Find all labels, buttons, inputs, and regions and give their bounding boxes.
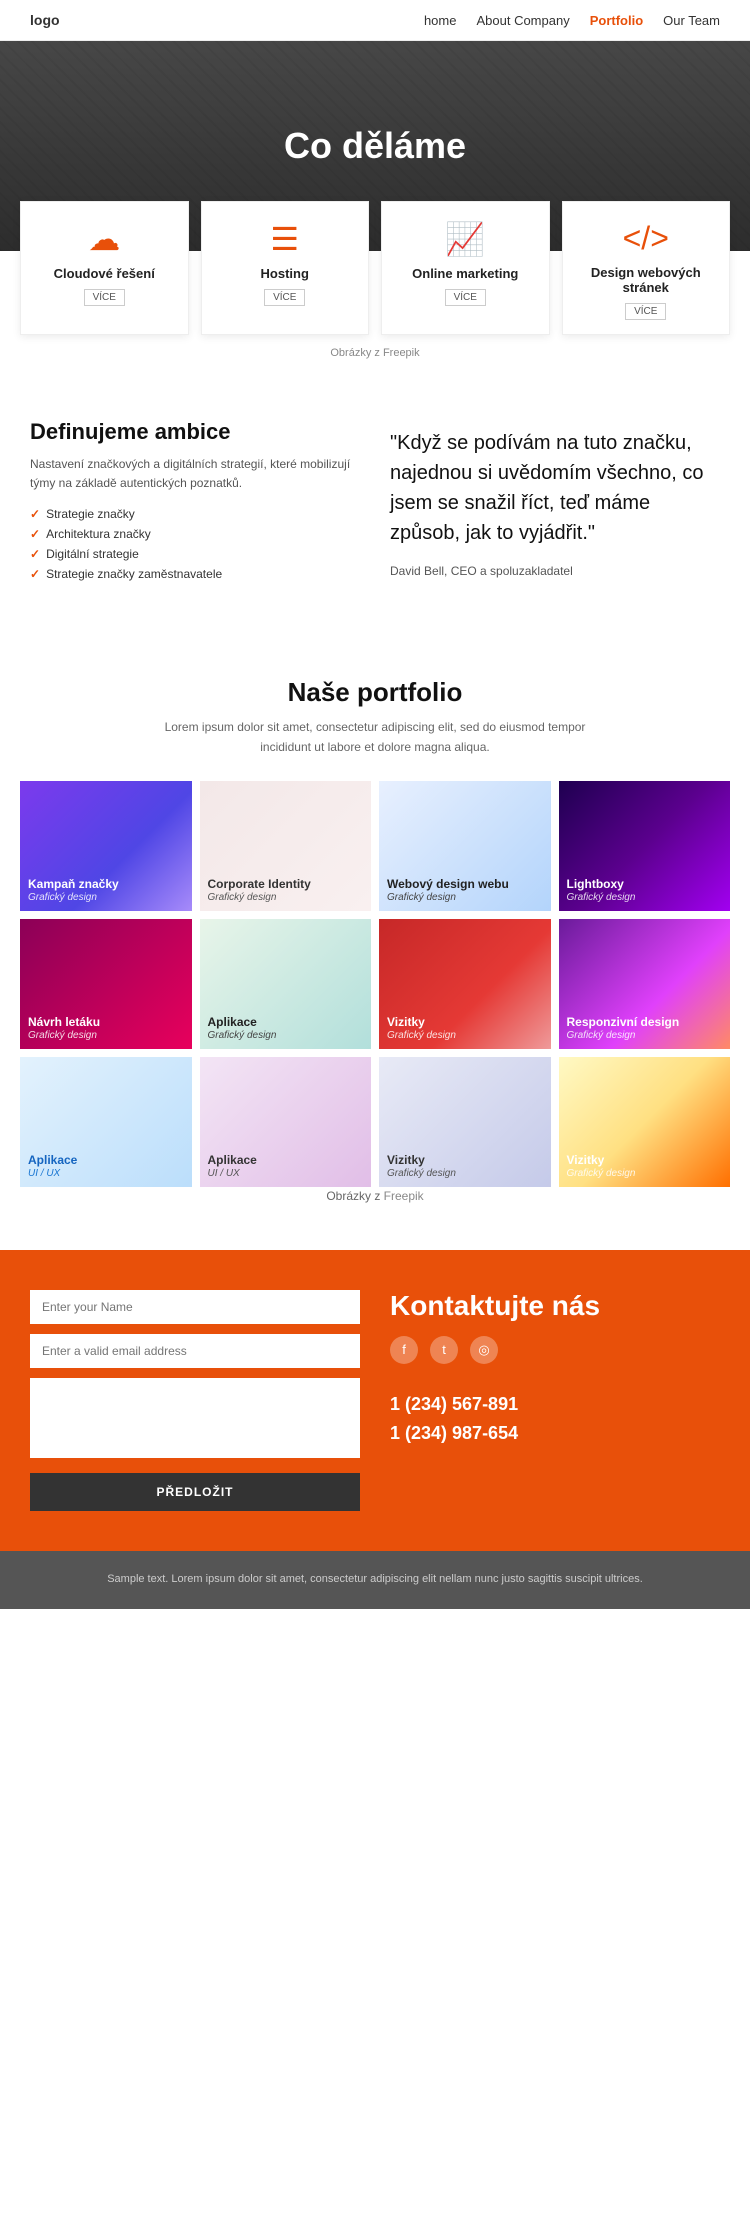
contact-section: PŘEDLOŽIT Kontaktujte nás f t ◎ 1 (234) … — [0, 1250, 750, 1551]
services-cards: ☁ Cloudové řešení VÍCE ☰ Hosting VÍCE 📈 … — [20, 201, 730, 335]
ambice-heading: Definujeme ambice — [30, 419, 360, 445]
contact-message-textarea[interactable] — [30, 1378, 360, 1458]
portfolio-item[interactable]: Corporate IdentityGrafický design — [200, 781, 372, 911]
quote-author: David Bell, CEO a spoluzakladatel — [390, 564, 720, 578]
footer-text: Sample text. Lorem ipsum dolor sit amet,… — [30, 1571, 720, 1589]
service-link-design[interactable]: VÍCE — [625, 303, 666, 320]
service-card-cloud: ☁ Cloudové řešení VÍCE — [20, 201, 189, 335]
service-card-design: </> Design webových stránek VÍCE — [562, 201, 731, 335]
portfolio-item[interactable]: Webový design webuGrafický design — [379, 781, 551, 911]
service-link-cloud[interactable]: VÍCE — [84, 289, 125, 306]
service-card-hosting: ☰ Hosting VÍCE — [201, 201, 370, 335]
marketing-icon: 📈 — [394, 220, 537, 258]
ambice-item-3: Digitální strategie — [30, 547, 360, 561]
service-title-marketing: Online marketing — [394, 266, 537, 281]
instagram-icon[interactable]: ◎ — [470, 1336, 498, 1364]
ambice-item-1: Strategie značky — [30, 507, 360, 521]
portfolio-item[interactable]: VizitkyGrafický design — [559, 1057, 731, 1187]
portfolio-item[interactable]: Responzivní designGrafický design — [559, 919, 731, 1049]
logo: logo — [30, 12, 60, 28]
portfolio-item[interactable]: AplikaceUI / UX — [20, 1057, 192, 1187]
nav-about[interactable]: About Company — [476, 13, 569, 28]
design-icon: </> — [575, 220, 718, 257]
ambice-item-2: Architektura značky — [30, 527, 360, 541]
footer: Sample text. Lorem ipsum dolor sit amet,… — [0, 1551, 750, 1609]
contact-phone1: 1 (234) 567-891 — [390, 1394, 720, 1415]
quote-text: "Když se podívám na tuto značku, najedno… — [390, 428, 720, 548]
service-link-marketing[interactable]: VÍCE — [445, 289, 486, 306]
navbar: logo home About Company Portfolio Our Te… — [0, 0, 750, 41]
contact-name-input[interactable] — [30, 1290, 360, 1324]
contact-form: PŘEDLOŽIT — [30, 1290, 360, 1511]
nav-team[interactable]: Our Team — [663, 13, 720, 28]
hosting-icon: ☰ — [214, 220, 357, 258]
nav-portfolio[interactable]: Portfolio — [590, 13, 643, 28]
nav-links: home About Company Portfolio Our Team — [424, 13, 720, 28]
hero-title: Co děláme — [284, 125, 466, 167]
twitter-icon[interactable]: t — [430, 1336, 458, 1364]
ambice-description: Nastavení značkových a digitálních strat… — [30, 455, 360, 493]
service-card-marketing: 📈 Online marketing VÍCE — [381, 201, 550, 335]
portfolio-item[interactable]: LightboxyGrafický design — [559, 781, 731, 911]
portfolio-grid: Kampaň značkyGrafický designCorporate Id… — [20, 781, 730, 1187]
service-link-hosting[interactable]: VÍCE — [264, 289, 305, 306]
portfolio-item[interactable]: VizitkyGrafický design — [379, 1057, 551, 1187]
services-section: ☁ Cloudové řešení VÍCE ☰ Hosting VÍCE 📈 … — [0, 201, 750, 369]
portfolio-item[interactable]: Návrh letákuGrafický design — [20, 919, 192, 1049]
service-title-hosting: Hosting — [214, 266, 357, 281]
ambice-right: "Když se podívám na tuto značku, najedno… — [390, 419, 720, 587]
portfolio-item[interactable]: VizitkyGrafický design — [379, 919, 551, 1049]
services-freepik-link[interactable]: Freepik — [383, 347, 420, 359]
social-icons: f t ◎ — [390, 1336, 720, 1364]
portfolio-item[interactable]: AplikaceGrafický design — [200, 919, 372, 1049]
portfolio-section: Naše portfolio Lorem ipsum dolor sit ame… — [0, 637, 750, 1250]
ambice-section: Definujeme ambice Nastavení značkových a… — [0, 369, 750, 637]
service-title-design: Design webových stránek — [575, 265, 718, 295]
contact-heading: Kontaktujte nás — [390, 1290, 720, 1322]
ambice-list: Strategie značky Architektura značky Dig… — [30, 507, 360, 581]
nav-home[interactable]: home — [424, 13, 457, 28]
contact-email-input[interactable] — [30, 1334, 360, 1368]
cloud-icon: ☁ — [33, 220, 176, 258]
contact-submit-button[interactable]: PŘEDLOŽIT — [30, 1473, 360, 1511]
ambice-item-4: Strategie značky zaměstnavatele — [30, 567, 360, 581]
portfolio-description: Lorem ipsum dolor sit amet, consectetur … — [155, 718, 595, 756]
ambice-left: Definujeme ambice Nastavení značkových a… — [30, 419, 360, 587]
portfolio-freepik-note: Obrázky z Freepik — [155, 1187, 595, 1206]
portfolio-freepik-link[interactable]: Freepik — [384, 1189, 424, 1203]
service-title-cloud: Cloudové řešení — [33, 266, 176, 281]
portfolio-item[interactable]: AplikaceUI / UX — [200, 1057, 372, 1187]
portfolio-heading: Naše portfolio — [20, 677, 730, 708]
services-freepik-note: Obrázky z Freepik — [20, 347, 730, 359]
facebook-icon[interactable]: f — [390, 1336, 418, 1364]
contact-info: Kontaktujte nás f t ◎ 1 (234) 567-891 1 … — [390, 1290, 720, 1452]
contact-phone2: 1 (234) 987-654 — [390, 1423, 720, 1444]
portfolio-item[interactable]: Kampaň značkyGrafický design — [20, 781, 192, 911]
